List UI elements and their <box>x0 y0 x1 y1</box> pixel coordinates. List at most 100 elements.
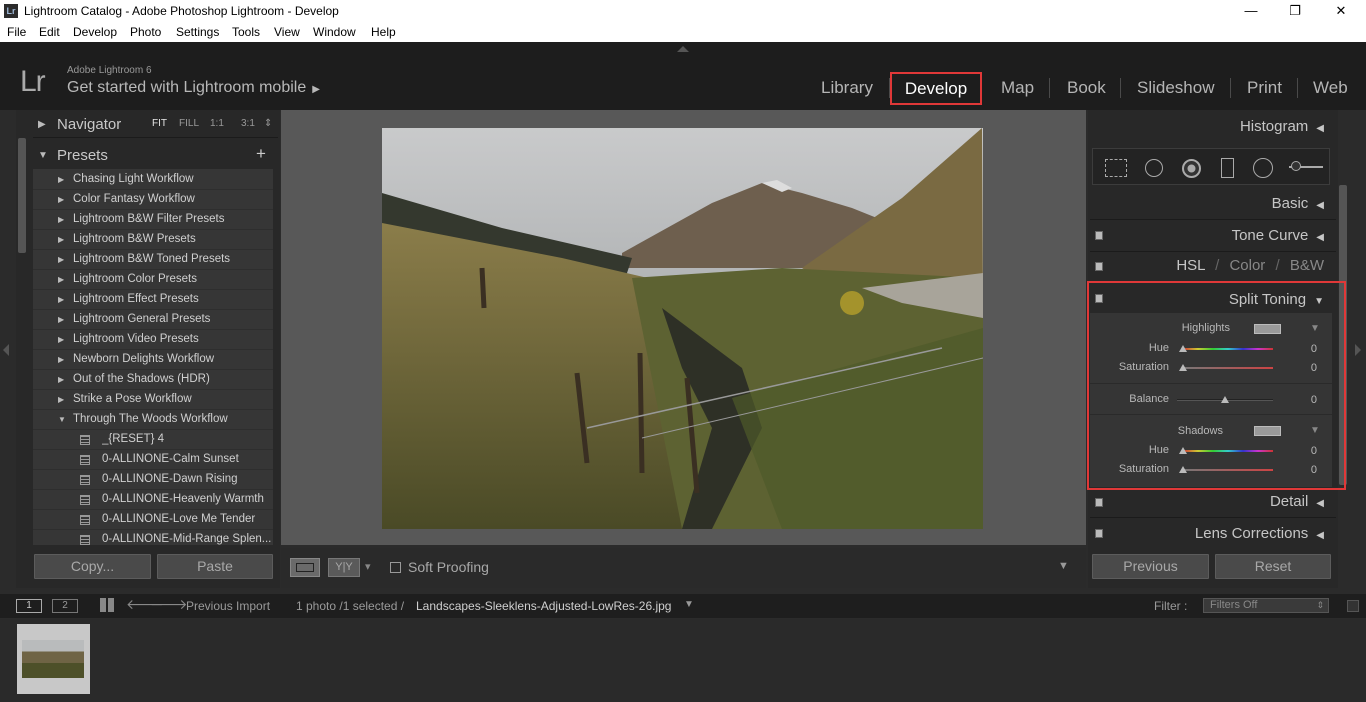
lens-corrections-header[interactable]: Lens Corrections ◀ <box>1195 525 1324 542</box>
zoom-fit[interactable]: FIT <box>152 118 167 129</box>
bw-tab[interactable]: B&W <box>1290 257 1324 274</box>
red-eye-icon[interactable] <box>1182 159 1201 178</box>
preset-folder[interactable]: ▶ Lightroom Effect Presets <box>33 290 273 310</box>
preset-item[interactable]: 0-ALLINONE-Dawn Rising <box>33 470 273 490</box>
zoom-fill[interactable]: FILL <box>179 118 199 129</box>
preset-folder[interactable]: ▶ Lightroom B&W Filter Presets <box>33 210 273 230</box>
presets-header[interactable]: ▼ Presets + <box>33 143 278 167</box>
filename-label[interactable]: Landscapes-Sleeklens-Adjusted-LowRes-26.… <box>416 599 671 613</box>
photo-preview[interactable] <box>382 128 983 529</box>
collapse-left-icon: ◀ <box>1316 200 1324 211</box>
preset-folder[interactable]: ▶ Lightroom B&W Toned Presets <box>33 250 273 270</box>
preset-item[interactable]: 0-ALLINONE-Heavenly Warmth <box>33 490 273 510</box>
filename-dropdown-icon[interactable]: ▼ <box>684 599 694 610</box>
paste-button[interactable]: Paste <box>157 554 273 579</box>
preset-folder[interactable]: ▶ Color Fantasy Workflow <box>33 190 273 210</box>
panel-switch[interactable] <box>1095 498 1103 507</box>
preset-folder[interactable]: ▶ Lightroom Video Presets <box>33 330 273 350</box>
preset-folder[interactable]: ▶ Out of the Shadows (HDR) <box>33 370 273 390</box>
before-after-dropdown-icon[interactable]: ▾ <box>365 560 371 573</box>
forward-arrow-icon[interactable]: 🡒 <box>150 596 188 613</box>
version-label: Adobe Lightroom 6 <box>67 65 152 76</box>
module-slideshow[interactable]: Slideshow <box>1137 78 1215 98</box>
panel-switch[interactable] <box>1095 262 1103 271</box>
right-panel-toggle-icon[interactable] <box>1355 344 1361 356</box>
preset-folder[interactable]: ▶ Strike a Pose Workflow <box>33 390 273 410</box>
loupe-view-button[interactable] <box>290 558 320 577</box>
detail-header[interactable]: Detail ◀ <box>1270 493 1324 510</box>
preset-item[interactable]: 0-ALLINONE-Calm Sunset <box>33 450 273 470</box>
soft-proofing-checkbox[interactable] <box>390 562 401 573</box>
close-button[interactable]: ✕ <box>1318 0 1364 22</box>
filter-value: Filters Off <box>1210 599 1258 611</box>
module-print[interactable]: Print <box>1247 78 1282 98</box>
preset-folder[interactable]: ▶ Lightroom General Presets <box>33 310 273 330</box>
preset-folder-open[interactable]: ▼ Through The Woods Workflow <box>33 410 273 430</box>
left-panel-toggle-icon[interactable] <box>3 344 9 356</box>
lightroom-logo: Lr <box>20 65 46 98</box>
preset-item[interactable]: 0-ALLINONE-Mid-Range Splen... <box>33 530 273 545</box>
main-window-button[interactable]: 1 <box>16 599 42 613</box>
menu-develop[interactable]: Develop <box>73 25 117 39</box>
preset-folder[interactable]: ▶ Newborn Delights Workflow <box>33 350 273 370</box>
expand-icon: ▶ <box>58 295 65 304</box>
preset-folder[interactable]: ▶ Chasing Light Workflow <box>33 170 273 190</box>
module-library[interactable]: Library <box>821 78 873 98</box>
preset-folder[interactable]: ▶ Lightroom B&W Presets <box>33 230 273 250</box>
menu-tools[interactable]: Tools <box>232 25 260 39</box>
filmstrip-toggle-icon[interactable] <box>1347 600 1359 612</box>
menu-photo[interactable]: Photo <box>130 25 161 39</box>
before-after-button[interactable]: Y|Y <box>328 558 360 577</box>
radial-filter-icon[interactable] <box>1253 158 1273 178</box>
left-scrollbar[interactable] <box>18 138 26 253</box>
module-map[interactable]: Map <box>1001 78 1034 98</box>
grid-icon[interactable] <box>100 598 114 612</box>
zoom-1-1[interactable]: 1:1 <box>210 118 224 129</box>
preset-folder[interactable]: ▶ Lightroom Color Presets <box>33 270 273 290</box>
menu-settings[interactable]: Settings <box>176 25 219 39</box>
filmstrip-thumbnail[interactable] <box>17 624 90 694</box>
preset-folder-label: Color Fantasy Workflow <box>73 193 195 205</box>
module-web[interactable]: Web <box>1313 78 1348 98</box>
navigator-title: Navigator <box>57 116 122 133</box>
reset-button[interactable]: Reset <box>1215 554 1331 579</box>
mobile-link[interactable]: Get started with Lightroom mobile ▶ <box>67 79 320 97</box>
panel-switch[interactable] <box>1095 231 1103 240</box>
preset-folder-label: Strike a Pose Workflow <box>73 393 192 405</box>
source-label[interactable]: Previous Import <box>186 599 270 613</box>
copy-button[interactable]: Copy... <box>34 554 151 579</box>
hsl-tab[interactable]: HSL <box>1176 257 1205 274</box>
expand-icon: ▶ <box>58 375 65 384</box>
color-tab[interactable]: Color <box>1229 257 1265 274</box>
preset-item[interactable]: _{RESET} 4 <box>33 430 273 450</box>
secondary-window-button[interactable]: 2 <box>52 599 78 613</box>
menu-window[interactable]: Window <box>313 25 356 39</box>
filter-select[interactable]: Filters Off ⇕ <box>1203 598 1329 613</box>
basic-header[interactable]: Basic ◀ <box>1272 195 1324 212</box>
preset-folder-label: Lightroom B&W Toned Presets <box>73 253 231 265</box>
minimize-button[interactable]: — <box>1228 0 1274 22</box>
module-book[interactable]: Book <box>1067 78 1106 98</box>
menu-edit[interactable]: Edit <box>39 25 60 39</box>
top-panel-toggle-icon[interactable] <box>677 46 689 52</box>
expand-icon: ▶ <box>58 235 65 244</box>
histogram-header[interactable]: Histogram ◀ <box>1240 118 1324 135</box>
add-preset-icon[interactable]: + <box>256 144 266 164</box>
menu-help[interactable]: Help <box>371 25 396 39</box>
preset-item[interactable]: 0-ALLINONE-Love Me Tender <box>33 510 273 530</box>
panel-switch[interactable] <box>1095 529 1103 538</box>
menu-file[interactable]: File <box>7 25 26 39</box>
spot-removal-icon[interactable] <box>1145 159 1163 177</box>
hsl-header[interactable]: HSL / Color / B&W <box>1176 257 1324 274</box>
tone-curve-header[interactable]: Tone Curve ◀ <box>1232 227 1324 244</box>
menu-view[interactable]: View <box>274 25 300 39</box>
module-develop[interactable]: Develop <box>890 72 982 105</box>
graduated-filter-icon[interactable] <box>1221 158 1234 178</box>
preset-folder-label: Lightroom Color Presets <box>73 273 197 285</box>
previous-button[interactable]: Previous <box>1092 554 1209 579</box>
toolbar-menu-icon[interactable]: ▼ <box>1058 560 1069 572</box>
zoom-menu-icon[interactable]: ⇕ <box>264 118 272 129</box>
zoom-3-1[interactable]: 3:1 <box>241 118 255 129</box>
restore-button[interactable]: ❐ <box>1272 0 1318 22</box>
crop-icon[interactable] <box>1105 159 1127 177</box>
